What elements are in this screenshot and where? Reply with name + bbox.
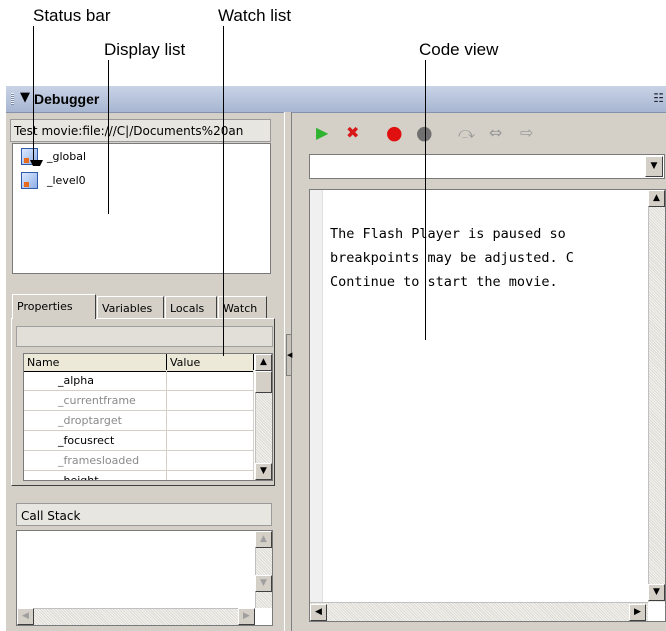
- code-line: Continue to start the movie.: [330, 274, 558, 290]
- column-header-value[interactable]: Value: [167, 354, 254, 370]
- property-name: _focusrect: [24, 431, 167, 450]
- scroll-down-arrow-icon[interactable]: ▼: [255, 575, 272, 592]
- property-value[interactable]: [167, 411, 254, 430]
- dropdown-arrow-icon[interactable]: ▼: [645, 156, 663, 177]
- panel-title-bar[interactable]: ▼ Debugger ☷: [6, 86, 666, 113]
- table-row[interactable]: _currentframe: [24, 391, 254, 411]
- scroll-right-arrow-icon[interactable]: ▶: [629, 604, 646, 621]
- leader-line-status-bar: [33, 26, 34, 166]
- property-name: _currentframe: [24, 391, 167, 410]
- property-value[interactable]: [167, 431, 254, 450]
- code-vertical-scrollbar[interactable]: ▲ ▼: [648, 190, 665, 602]
- column-header-name[interactable]: Name: [24, 354, 167, 370]
- tab-locals[interactable]: Locals: [165, 296, 217, 318]
- scroll-left-arrow-icon[interactable]: ◀: [310, 604, 327, 621]
- properties-grid[interactable]: Name Value _alpha _currentframe _droptar…: [23, 353, 273, 481]
- scroll-up-arrow-icon[interactable]: ▲: [648, 190, 665, 207]
- property-name: _droptarget: [24, 411, 167, 430]
- callout-status-bar: Status bar: [33, 6, 111, 25]
- property-path-field: [16, 326, 273, 347]
- callout-watch-list: Watch list: [218, 6, 292, 25]
- property-name: _height: [24, 471, 167, 480]
- scroll-up-arrow-icon[interactable]: ▲: [255, 531, 272, 548]
- toggle-breakpoint-icon[interactable]: ●: [386, 122, 403, 144]
- callout-code-view: Code view: [419, 40, 499, 59]
- grip-icon[interactable]: [11, 93, 14, 105]
- arrowhead-icon: [30, 160, 43, 172]
- tab-watch[interactable]: Watch: [218, 296, 267, 318]
- property-value[interactable]: [167, 471, 254, 480]
- movie-clip-icon: [21, 172, 38, 189]
- code-line: The Flash Player is paused so: [330, 226, 566, 242]
- property-name: _framesloaded: [24, 451, 167, 470]
- property-value[interactable]: [167, 371, 254, 390]
- leader-line-code-view: [425, 60, 426, 340]
- status-bar: Test movie:file:///C|/Documents%20an: [10, 119, 271, 142]
- script-jump-menu[interactable]: ▼: [309, 154, 665, 179]
- collapse-arrow-icon[interactable]: ▼: [20, 90, 30, 105]
- display-list-item-label: _level0: [47, 174, 86, 187]
- tab-properties[interactable]: Properties: [12, 294, 96, 319]
- grid-header: Name Value: [24, 354, 254, 372]
- tab-variables[interactable]: Variables: [97, 296, 164, 318]
- call-stack-label: Call Stack: [16, 503, 272, 526]
- code-gutter[interactable]: [310, 190, 323, 621]
- display-list[interactable]: _global _level0: [12, 143, 271, 274]
- table-row[interactable]: _height: [24, 471, 254, 480]
- table-row[interactable]: _framesloaded: [24, 451, 254, 471]
- debugger-panel: ▼ Debugger ☷ Test movie:file:///C|/Docum…: [6, 86, 666, 631]
- leader-line-display-list: [108, 60, 109, 214]
- expand-collapse-arrow-icon[interactable]: ◀: [286, 334, 292, 376]
- code-text: The Flash Player is paused so breakpoint…: [330, 198, 574, 294]
- code-line: breakpoints may be adjusted. C: [330, 250, 574, 266]
- scroll-right-arrow-icon[interactable]: ▶: [238, 608, 255, 625]
- table-row[interactable]: _alpha: [24, 371, 254, 391]
- code-view[interactable]: The Flash Player is paused so breakpoint…: [309, 189, 666, 622]
- step-in-icon[interactable]: ⇔: [489, 122, 502, 144]
- scroll-down-arrow-icon[interactable]: ▼: [648, 584, 665, 601]
- property-value[interactable]: [167, 391, 254, 410]
- property-name: _alpha: [24, 371, 167, 390]
- continue-icon[interactable]: ▶: [316, 122, 328, 144]
- call-stack-horizontal-scrollbar[interactable]: ◀ ▶: [17, 608, 255, 625]
- scroll-down-arrow-icon[interactable]: ▼: [255, 463, 272, 480]
- table-row[interactable]: _focusrect: [24, 431, 254, 451]
- callout-display-list: Display list: [104, 40, 186, 59]
- display-list-item-label: _global: [47, 150, 87, 163]
- table-row[interactable]: _droptarget: [24, 411, 254, 431]
- step-over-icon[interactable]: ⤼: [458, 122, 475, 144]
- stop-debugging-icon[interactable]: ✖: [346, 122, 359, 144]
- grid-vertical-scrollbar[interactable]: ▲ ▼: [255, 354, 272, 480]
- panel-options-icon[interactable]: ☷: [653, 91, 664, 105]
- scroll-up-arrow-icon[interactable]: ▲: [255, 354, 272, 371]
- call-stack-vertical-scrollbar[interactable]: ▲ ▼: [255, 531, 272, 608]
- property-value[interactable]: [167, 451, 254, 470]
- step-out-icon[interactable]: ⇨: [520, 122, 533, 144]
- code-horizontal-scrollbar[interactable]: ◀ ▶: [310, 602, 648, 621]
- scroll-thumb[interactable]: [255, 371, 272, 393]
- panel-title: Debugger: [34, 91, 100, 107]
- leader-line-watch-list: [223, 26, 224, 356]
- call-stack-list[interactable]: ▲ ▼ ◀ ▶: [16, 530, 273, 626]
- scroll-left-arrow-icon[interactable]: ◀: [17, 608, 34, 625]
